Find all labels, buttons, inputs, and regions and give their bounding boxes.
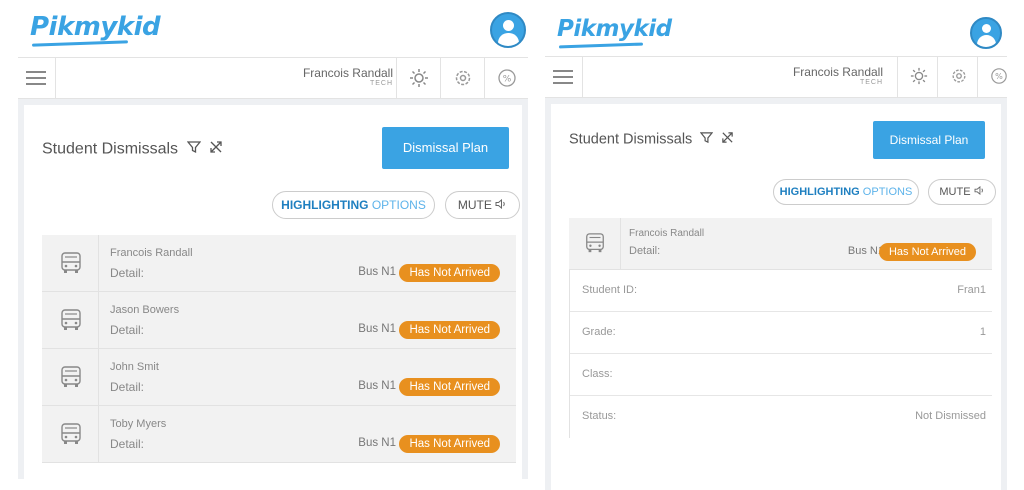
bus-number: Bus N1	[358, 266, 396, 278]
student-list: Francois Randall Detail: Bus N1 Has Not …	[42, 235, 516, 463]
status-badge: Has Not Arrived	[399, 264, 500, 282]
status-badge: Has Not Arrived	[878, 243, 976, 261]
status-badge: Has Not Arrived	[399, 321, 500, 339]
user-avatar[interactable]	[490, 12, 526, 48]
top-bar: Francois Randall TECH %	[545, 56, 1007, 98]
student-row[interactable]: John Smit Detail: Bus N1 Has Not Arrived	[42, 349, 516, 406]
student-name: Jason Bowers	[110, 304, 180, 316]
page-title-text: Student Dismissals	[569, 131, 693, 148]
highlighting-options-button[interactable]: HIGHLIGHTING OPTIONS	[773, 179, 919, 205]
detail-value: Fran1	[957, 284, 986, 296]
bus-icon	[42, 406, 99, 462]
sun-icon[interactable]	[396, 58, 440, 98]
logo-underline	[558, 42, 644, 49]
student-name: Toby Myers	[110, 418, 167, 430]
detail-label: Detail:	[629, 245, 661, 257]
right-screen: Pikmykid Francois Randall TECH % Student…	[545, 0, 1007, 490]
bus-icon	[569, 218, 621, 269]
percent-icon[interactable]: %	[977, 57, 1007, 97]
bus-icon	[42, 235, 99, 291]
sun-icon[interactable]	[897, 57, 937, 97]
user-name: Francois Randall	[792, 65, 883, 79]
bus-icon	[42, 292, 99, 348]
student-list: Francois Randall Detail: Bus N1 Has Not …	[569, 218, 992, 270]
user-role: TECH	[859, 79, 883, 86]
bus-number: Bus N1	[358, 323, 396, 335]
bus-number: Bus N1	[358, 437, 396, 449]
svg-text:%: %	[995, 71, 1003, 81]
mute-button[interactable]: MUTE	[928, 179, 996, 205]
gear-icon[interactable]	[440, 58, 484, 98]
hamburger-menu-icon[interactable]	[545, 57, 583, 97]
dismissals-content: Student Dismissals Dismissal Plan HIGHLI…	[545, 98, 1007, 490]
detail-label: Status:	[582, 410, 617, 422]
gear-icon[interactable]	[937, 57, 977, 97]
mute-label: MUTE	[457, 198, 492, 212]
detail-label: Detail:	[110, 323, 145, 337]
dismissal-plan-button[interactable]: Dismissal Plan	[873, 121, 985, 159]
percent-icon[interactable]: %	[484, 58, 528, 98]
student-row-selected[interactable]: Francois Randall Detail: Bus N1 Has Not …	[569, 218, 992, 270]
dismissals-content: Student Dismissals Dismissal Plan HIGHLI…	[18, 99, 528, 479]
pikmykid-logo: Pikmykid	[30, 12, 161, 42]
filter-icon[interactable]	[186, 140, 201, 159]
student-name: John Smit	[110, 361, 159, 373]
pikmykid-logo: Pikmykid	[557, 16, 672, 42]
svg-text:%: %	[503, 75, 512, 85]
detail-row-student-id: Student ID: Fran1	[570, 270, 992, 312]
page-title-text: Student Dismissals	[42, 140, 179, 158]
detail-label: Detail:	[110, 437, 145, 451]
student-row[interactable]: Toby Myers Detail: Bus N1 Has Not Arrive…	[42, 406, 516, 463]
status-badge: Has Not Arrived	[399, 435, 500, 453]
student-row[interactable]: Francois Randall Detail: Bus N1 Has Not …	[42, 235, 516, 292]
page-title: Student Dismissals	[569, 131, 734, 148]
student-name: Francois Randall	[629, 228, 705, 239]
mute-button[interactable]: MUTE	[445, 191, 520, 219]
user-role: TECH	[369, 80, 393, 87]
highlighting-word: HIGHLIGHTING	[281, 198, 369, 212]
detail-value: Not Dismissed	[915, 410, 986, 422]
detail-value: 1	[979, 326, 986, 338]
detail-label: Student ID:	[582, 284, 638, 296]
student-name: Francois Randall	[110, 247, 193, 259]
detail-row-class: Class:	[570, 354, 992, 396]
highlighting-options-button[interactable]: HIGHLIGHTING OPTIONS	[272, 191, 435, 219]
status-badge: Has Not Arrived	[399, 378, 500, 396]
detail-label: Detail:	[110, 380, 145, 394]
page-title: Student Dismissals	[42, 140, 223, 159]
speaker-icon	[495, 198, 505, 210]
detail-label: Detail:	[110, 266, 145, 280]
detail-label: Grade:	[582, 326, 616, 338]
top-bar: Francois Randall TECH %	[18, 57, 528, 99]
speaker-icon	[974, 185, 983, 196]
filter-icon[interactable]	[699, 131, 714, 148]
detail-row-status: Status: Not Dismissed	[570, 396, 992, 438]
student-details: Student ID: Fran1 Grade: 1 Class: Status…	[569, 270, 992, 438]
sort-icon[interactable]	[721, 131, 734, 148]
user-name: Francois Randall	[302, 66, 393, 80]
dismissal-plan-button[interactable]: Dismissal Plan	[382, 127, 509, 169]
mute-label: MUTE	[939, 186, 971, 198]
left-screen: Pikmykid Francois Randall TECH % Student…	[18, 0, 528, 490]
detail-row-grade: Grade: 1	[570, 312, 992, 354]
student-row[interactable]: Jason Bowers Detail: Bus N1 Has Not Arri…	[42, 292, 516, 349]
bus-icon	[42, 349, 99, 405]
bus-number: Bus N1	[358, 380, 396, 392]
hamburger-menu-icon[interactable]	[18, 58, 56, 98]
options-word: OPTIONS	[371, 198, 426, 212]
detail-label: Class:	[582, 368, 613, 380]
sort-icon[interactable]	[209, 140, 223, 159]
user-avatar[interactable]	[970, 17, 1002, 49]
options-word: OPTIONS	[862, 186, 913, 198]
highlighting-word: HIGHLIGHTING	[779, 186, 860, 198]
